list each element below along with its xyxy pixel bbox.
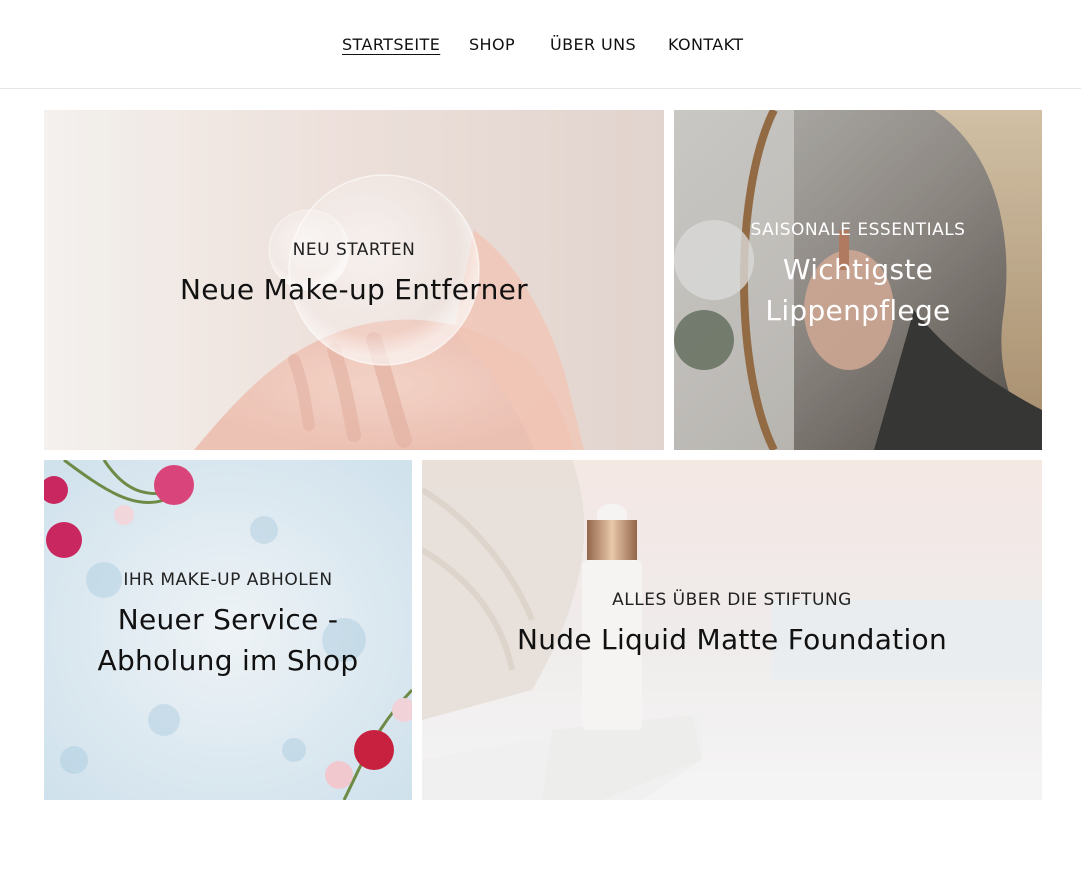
- tile-headline: Neue Make-up Entferner: [180, 273, 528, 306]
- nav-link-shop[interactable]: SHOP: [469, 35, 515, 55]
- tile-kicker: SAISONALE ESSENTIALS: [750, 220, 966, 240]
- nav-link-startseite[interactable]: STARTSEITE: [342, 35, 440, 55]
- tile-kicker: IHR MAKE-UP ABHOLEN: [123, 570, 333, 590]
- promo-tile-pickup-service[interactable]: IHR MAKE-UP ABHOLEN Neuer Service - Abho…: [44, 460, 412, 800]
- tile-kicker: NEU STARTEN: [292, 240, 416, 260]
- nav-link-kontakt[interactable]: KONTAKT: [668, 35, 743, 55]
- tile-headline-line: Wichtigste: [782, 253, 934, 286]
- tile-headline: Neuer Service - Abholung im Shop: [44, 599, 412, 681]
- top-navigation: STARTSEITE SHOP ÜBER UNS KONTAKT: [0, 0, 1081, 89]
- tile-headline: Wichtigste Lippenpflege: [674, 249, 1042, 331]
- tile-headline-line: Lippenpflege: [765, 294, 951, 327]
- tile-headline-line: Neuer Service -: [117, 603, 339, 636]
- promo-tile-lip-care[interactable]: SAISONALE ESSENTIALS Wichtigste Lippenpf…: [674, 110, 1042, 450]
- tile-headline-line: Abholung im Shop: [97, 644, 359, 677]
- promo-tile-foundation[interactable]: ALLES ÜBER DIE STIFTUNG Nude Liquid Matt…: [422, 460, 1042, 800]
- tile-headline: Nude Liquid Matte Foundation: [516, 623, 948, 656]
- promo-tile-makeup-remover[interactable]: NEU STARTEN Neue Make-up Entferner: [44, 110, 664, 450]
- nav-link-ueber-uns[interactable]: ÜBER UNS: [550, 35, 636, 55]
- tile-kicker: ALLES ÜBER DIE STIFTUNG: [612, 590, 852, 610]
